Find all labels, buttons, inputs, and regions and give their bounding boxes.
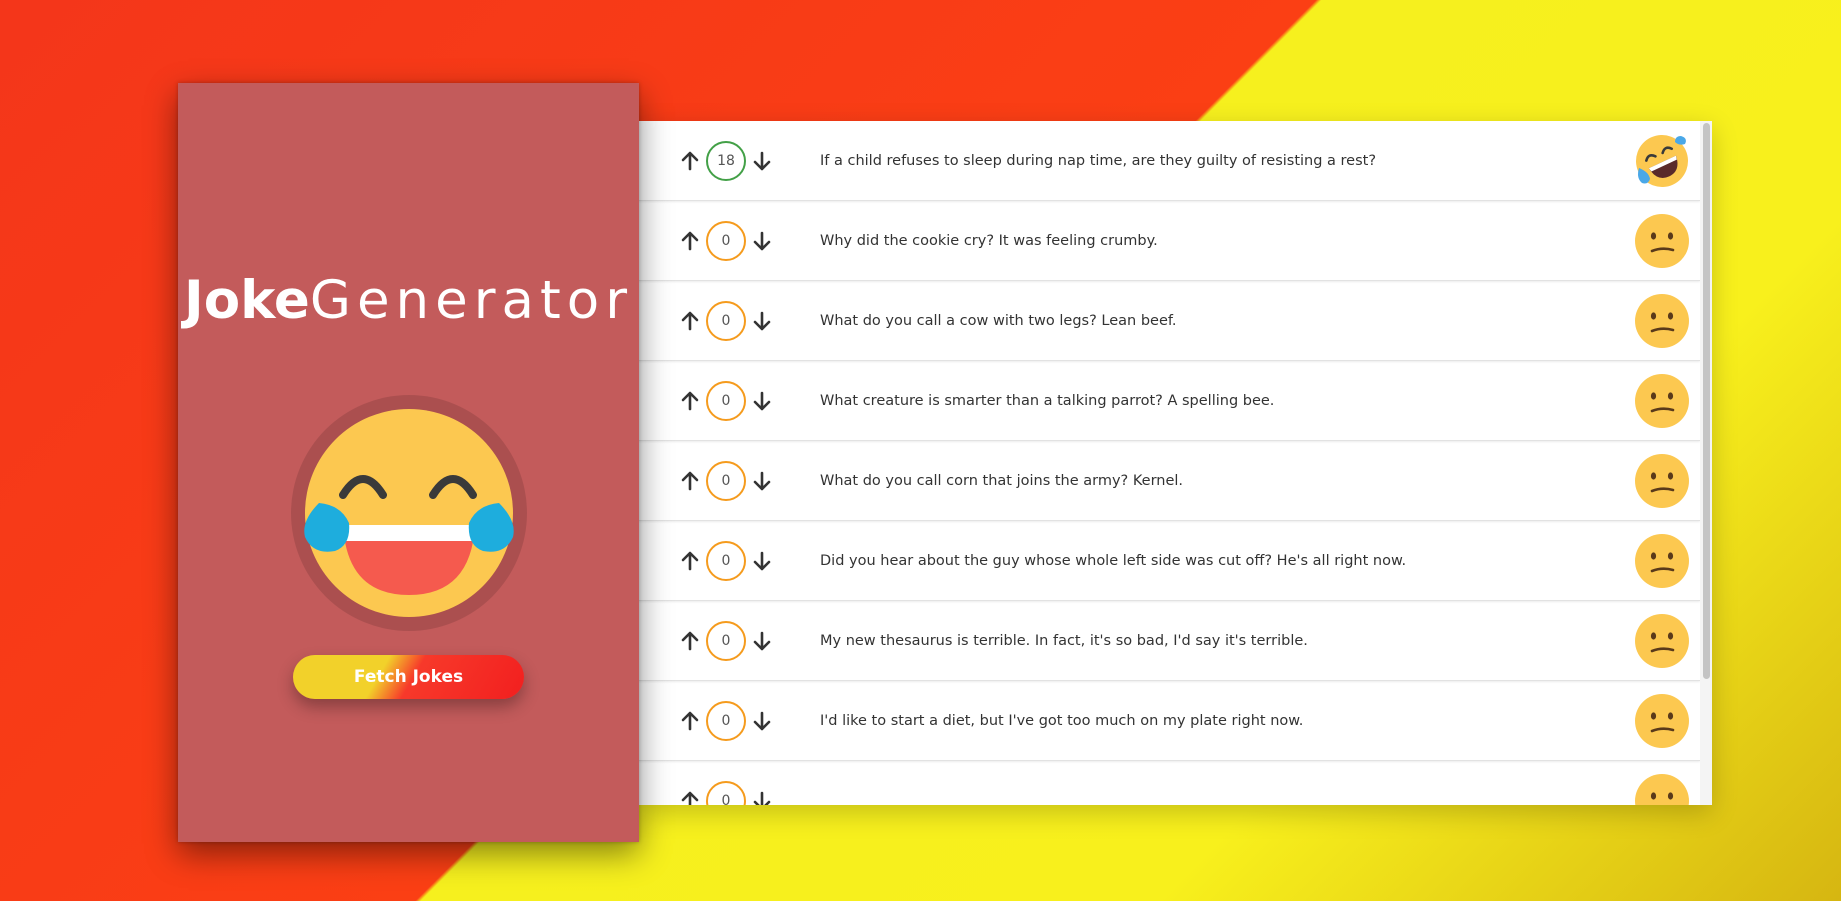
joke-row: 0: [638, 761, 1700, 805]
vote-count: 0: [706, 220, 746, 261]
joke-row: 0 Did you hear about the guy whose whole …: [638, 521, 1700, 601]
joke-text: What do you call corn that joins the arm…: [820, 472, 1184, 489]
vote-count: 18: [706, 140, 746, 181]
downvote-arrow-icon[interactable]: [752, 710, 772, 732]
upvote-arrow-icon[interactable]: [680, 310, 700, 332]
joke-row: 18 If a child refuses to sleep during nap…: [638, 121, 1700, 201]
vote-count: 0: [706, 460, 746, 501]
upvote-arrow-icon[interactable]: [680, 470, 700, 492]
jokes-list: 18 If a child refuses to sleep during nap…: [638, 121, 1700, 805]
joke-row: 0 What creature is smarter than a talking…: [638, 361, 1700, 441]
upvote-arrow-icon[interactable]: [680, 630, 700, 652]
downvote-arrow-icon[interactable]: [752, 310, 772, 332]
upvote-arrow-icon[interactable]: [680, 390, 700, 412]
scrollbar[interactable]: [1700, 121, 1712, 805]
downvote-arrow-icon[interactable]: [752, 550, 772, 572]
jokes-panel: 18 If a child refuses to sleep during nap…: [638, 121, 1712, 805]
vote-group: 0: [680, 540, 774, 581]
upvote-arrow-icon[interactable]: [680, 550, 700, 572]
downvote-arrow-icon[interactable]: [752, 150, 772, 172]
joke-text: I'd like to start a diet, but I've got t…: [820, 712, 1304, 729]
joke-row: 0 What do you call a cow with two legs? L…: [638, 281, 1700, 361]
joke-text: Why did the cookie cry? It was feeling c…: [820, 232, 1158, 249]
laughing-tears-emoji-icon: [290, 394, 527, 631]
vote-count: 0: [706, 700, 746, 741]
confused-emoji-icon: [1635, 613, 1689, 668]
confused-emoji-icon: [1635, 693, 1689, 748]
scrollbar-thumb[interactable]: [1703, 123, 1710, 679]
confused-emoji-icon: [1635, 773, 1689, 805]
vote-count: 0: [706, 380, 746, 421]
joke-row: 0 Why did the cookie cry? It was feeling …: [638, 201, 1700, 281]
joke-text: My new thesaurus is terrible. In fact, i…: [820, 632, 1308, 649]
app-title: JokeGenerator: [184, 274, 633, 327]
vote-count: 0: [706, 300, 746, 341]
sidebar: JokeGenerator Fetch Jokes: [178, 83, 639, 842]
joke-text: What do you call a cow with two legs? Le…: [820, 312, 1177, 329]
confused-emoji-icon: [1635, 213, 1689, 268]
vote-count: 0: [706, 620, 746, 661]
vote-count: 0: [706, 540, 746, 581]
vote-group: 18: [680, 140, 774, 181]
upvote-arrow-icon[interactable]: [680, 230, 700, 252]
downvote-arrow-icon[interactable]: [752, 230, 772, 252]
vote-group: 0: [680, 460, 774, 501]
upvote-arrow-icon[interactable]: [680, 150, 700, 172]
joke-text: What creature is smarter than a talking …: [820, 392, 1275, 409]
vote-group: 0: [680, 780, 774, 805]
vote-group: 0: [680, 300, 774, 341]
downvote-arrow-icon[interactable]: [752, 790, 772, 805]
confused-emoji-icon: [1635, 533, 1689, 588]
app-title-light: Generator: [309, 270, 634, 331]
upvote-arrow-icon[interactable]: [680, 710, 700, 732]
confused-emoji-icon: [1635, 453, 1689, 508]
rofl-emoji-icon: [1635, 134, 1689, 188]
upvote-arrow-icon[interactable]: [680, 790, 700, 805]
vote-group: 0: [680, 380, 774, 421]
vote-group: 0: [680, 620, 774, 661]
vote-group: 0: [680, 220, 774, 261]
joke-row: 0 My new thesaurus is terrible. In fact, …: [638, 601, 1700, 681]
downvote-arrow-icon[interactable]: [752, 390, 772, 412]
confused-emoji-icon: [1635, 373, 1689, 428]
joke-row: 0 I'd like to start a diet, but I've got …: [638, 681, 1700, 761]
downvote-arrow-icon[interactable]: [752, 470, 772, 492]
joke-row: 0 What do you call corn that joins the ar…: [638, 441, 1700, 521]
joke-text: If a child refuses to sleep during nap t…: [820, 152, 1377, 169]
app-title-bold: Joke: [183, 270, 310, 331]
fetch-jokes-button[interactable]: Fetch Jokes: [293, 654, 524, 699]
joke-text: Did you hear about the guy whose whole l…: [820, 552, 1407, 569]
vote-group: 0: [680, 700, 774, 741]
confused-emoji-icon: [1635, 293, 1689, 348]
downvote-arrow-icon[interactable]: [752, 630, 772, 652]
vote-count: 0: [706, 780, 746, 805]
